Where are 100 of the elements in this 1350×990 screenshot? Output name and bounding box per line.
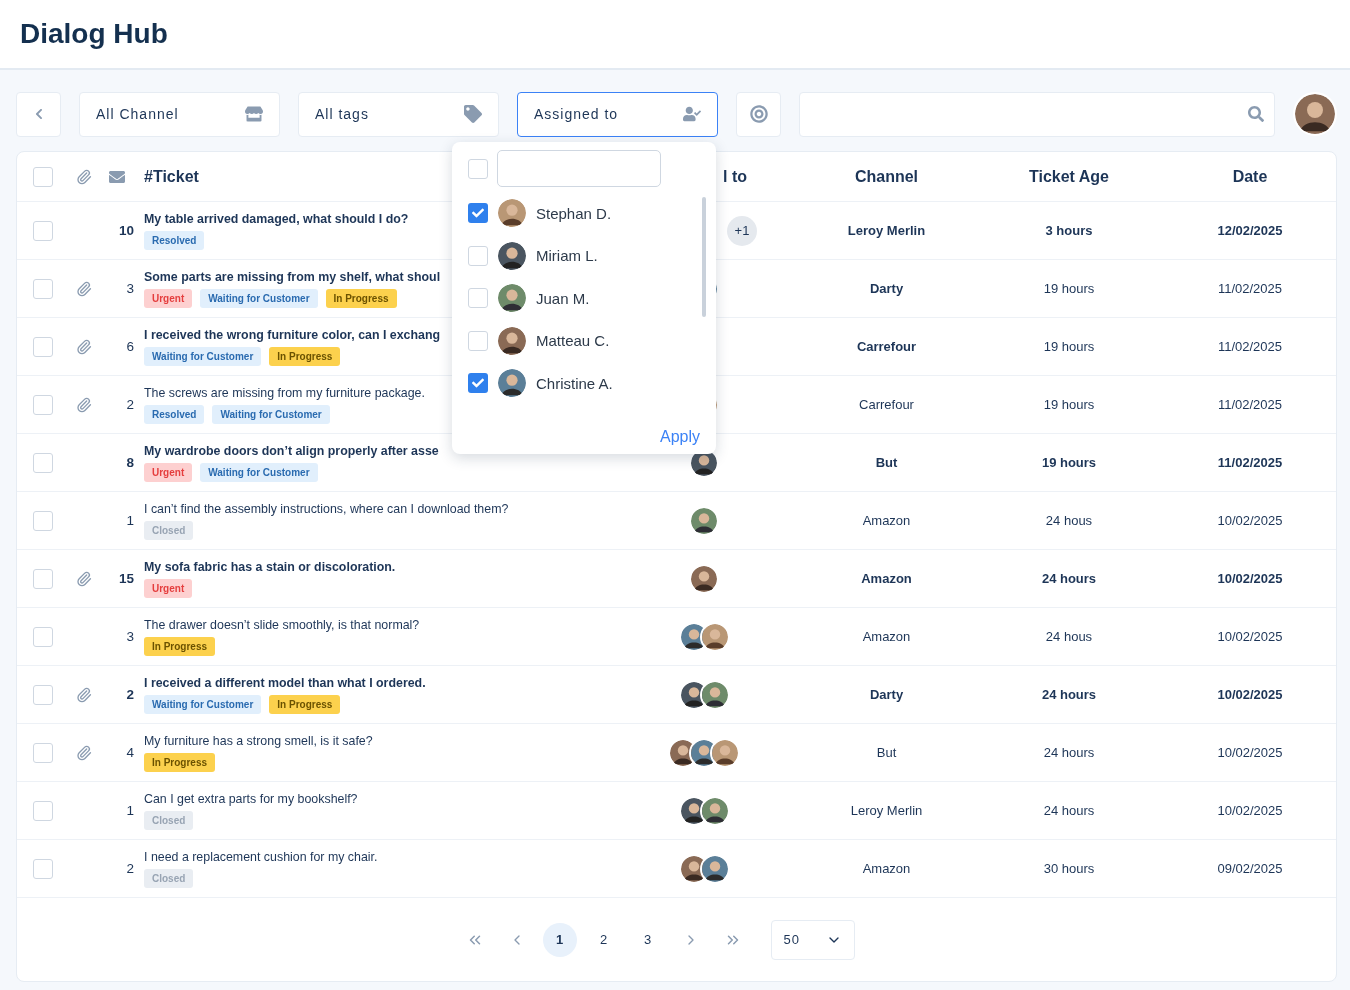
assignee-checkbox[interactable] xyxy=(468,203,488,224)
paperclip-icon xyxy=(76,168,92,185)
status-tag: Resolved xyxy=(144,230,205,250)
select-all-checkbox[interactable] xyxy=(468,158,488,179)
ticket-age: 24 hous xyxy=(1045,513,1093,528)
row-checkbox[interactable] xyxy=(33,684,53,705)
ticket-age: 24 hours xyxy=(1043,745,1095,760)
column-header: Channel xyxy=(854,167,919,186)
status-tag: Urgent xyxy=(144,462,193,482)
ticket-date: 11/02/2025 xyxy=(1217,339,1283,354)
page-button[interactable]: 1 xyxy=(542,922,577,957)
row-checkbox[interactable] xyxy=(33,510,53,531)
status-tag: In Progress xyxy=(325,288,397,308)
assignee-checkbox[interactable] xyxy=(468,330,488,351)
ticket-age: 3 hours xyxy=(1045,223,1093,238)
row-checkbox[interactable] xyxy=(33,800,53,821)
status-tag: In Progress xyxy=(269,346,341,366)
ticket-count: 10 xyxy=(118,223,134,238)
channel-name: Leroy Merlin xyxy=(847,223,926,238)
ticket-subject[interactable]: My sofa fabric has a stain or discoloration. xyxy=(144,559,396,574)
ticket-subject[interactable]: I can’t find the assembly instructions, where can I download them? xyxy=(144,501,509,516)
channel-name: But xyxy=(876,745,897,760)
ticket-subject[interactable]: Can I get extra parts for my bookshelf? xyxy=(144,791,358,806)
channel-name: Carrefour xyxy=(859,397,914,412)
row-checkbox[interactable] xyxy=(33,452,53,473)
ticket-age: 19 hours xyxy=(1041,455,1097,470)
row-checkbox[interactable] xyxy=(33,858,53,879)
ticket-age: 24 hours xyxy=(1041,571,1097,586)
channel-name: Carrefour xyxy=(856,339,917,354)
ticket-subject[interactable]: My wardrobe doors don’t align properly after asse xyxy=(144,443,439,458)
channel-filter[interactable]: All Channel xyxy=(79,91,280,137)
column-header: Ticket Age xyxy=(1029,167,1109,186)
tags-filter[interactable]: All tags xyxy=(298,91,499,137)
assignee-checkbox[interactable] xyxy=(468,288,488,309)
ticket-count: 6 xyxy=(126,339,134,354)
assignee-name: Matteau C. xyxy=(536,332,610,350)
column-header: #Ticket xyxy=(144,167,199,186)
select-all-checkbox[interactable] xyxy=(33,166,53,187)
row-checkbox[interactable] xyxy=(33,278,53,299)
channel-name: But xyxy=(875,455,898,470)
channel-name: Darty xyxy=(869,281,904,296)
avatar-icon xyxy=(699,621,730,652)
row-checkbox[interactable] xyxy=(33,742,53,763)
status-tag: Waiting for Customer xyxy=(144,346,262,366)
checkmark-icon xyxy=(472,207,484,220)
page-button[interactable]: 2 xyxy=(586,922,621,957)
assignee-name: Stephan D. xyxy=(536,204,612,222)
status-tag: In Progress xyxy=(144,636,216,656)
ticket-subject[interactable]: The screws are missing from my furniture package. xyxy=(144,385,425,400)
assignee-checkbox[interactable] xyxy=(468,373,488,394)
avatar-icon xyxy=(496,367,528,400)
ticket-subject[interactable]: My furniture has a strong smell, is it safe? xyxy=(144,733,373,748)
more-assignees-badge: +1 xyxy=(727,215,757,246)
back-button[interactable] xyxy=(16,91,61,137)
status-tag: Resolved xyxy=(144,404,205,424)
channel-name: Leroy Merlin xyxy=(850,803,923,818)
ticket-date: 10/02/2025 xyxy=(1217,629,1283,644)
avatar-icon xyxy=(699,679,730,710)
tag-icon xyxy=(464,105,482,123)
ticket-subject[interactable]: Some parts are missing from my shelf, what shoul xyxy=(144,269,441,284)
page-button[interactable]: 3 xyxy=(630,922,665,957)
assigned-filter[interactable]: Assigned to xyxy=(517,91,718,137)
ticket-count: 3 xyxy=(126,281,134,296)
row-checkbox[interactable] xyxy=(33,626,53,647)
ticket-age: 19 hours xyxy=(1043,339,1095,354)
ticket-count: 2 xyxy=(126,687,134,702)
row-checkbox[interactable] xyxy=(33,394,53,415)
ticket-subject[interactable]: I received the wrong furniture color, can I exchang xyxy=(144,327,441,342)
ticket-date: 10/02/2025 xyxy=(1217,745,1283,760)
ticket-age: 30 hours xyxy=(1043,861,1095,876)
channel-name: Amazon xyxy=(862,513,911,528)
status-tag: Closed xyxy=(144,810,194,830)
page-size-select[interactable]: 50 xyxy=(770,919,855,960)
assignee-checkbox[interactable] xyxy=(468,245,488,266)
status-tag: Urgent xyxy=(144,578,193,598)
ticket-count: 4 xyxy=(126,745,134,760)
ticket-age: 24 hours xyxy=(1041,687,1097,702)
row-checkbox[interactable] xyxy=(33,336,53,357)
ticket-count: 2 xyxy=(126,397,134,412)
ticket-age: 19 hours xyxy=(1043,397,1095,412)
column-header: l to xyxy=(723,167,747,186)
ticket-subject[interactable]: The drawer doesn’t slide smoothly, is that normal? xyxy=(144,617,420,632)
row-checkbox[interactable] xyxy=(33,220,53,241)
apply-link[interactable]: Apply xyxy=(659,428,700,446)
ticket-date: 12/02/2025 xyxy=(1217,223,1283,238)
row-checkbox[interactable] xyxy=(33,568,53,589)
avatar-icon xyxy=(1293,92,1337,136)
ticket-subject[interactable]: I need a replacement cushion for my chair. xyxy=(144,849,378,864)
search-field[interactable] xyxy=(799,91,1275,137)
ticket-subject[interactable]: I received a different model than what I ordered. xyxy=(144,675,426,690)
channel-name: Amazon xyxy=(862,629,911,644)
assignee-name: Juan M. xyxy=(536,289,590,307)
ticket-subject[interactable]: My table arrived damaged, what should I do? xyxy=(144,211,409,226)
avatar-icon xyxy=(699,795,730,826)
ticket-date: 09/02/2025 xyxy=(1217,861,1283,876)
assignee-search-field[interactable] xyxy=(497,150,661,187)
target-button[interactable] xyxy=(736,91,781,137)
assignee-name: Christine A. xyxy=(536,374,613,392)
ticket-count: 2 xyxy=(126,861,134,876)
ticket-date: 11/02/2025 xyxy=(1217,281,1283,296)
